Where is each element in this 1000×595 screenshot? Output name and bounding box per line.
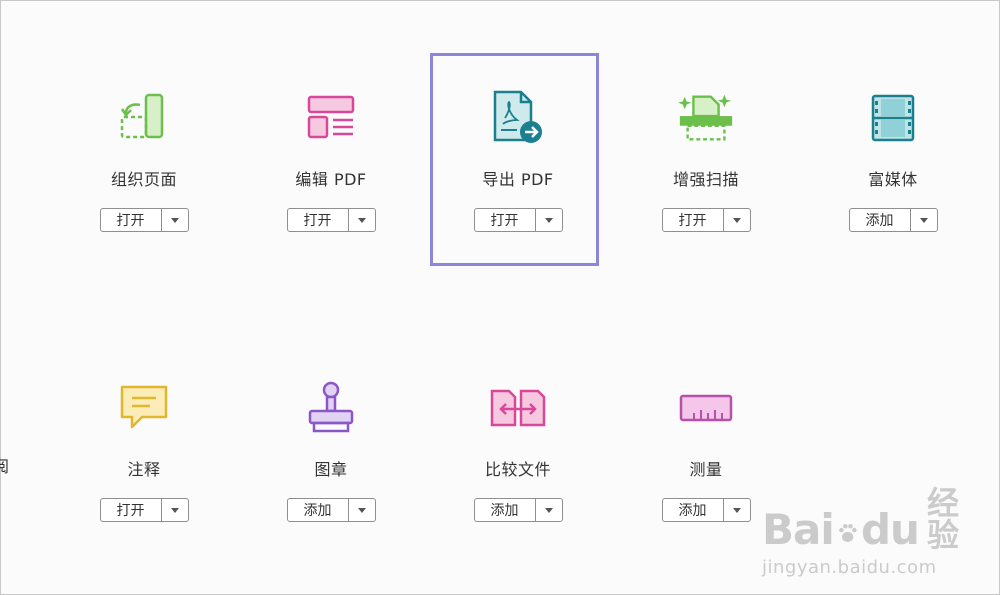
tool-label: 组织页面 bbox=[110, 170, 177, 189]
chevron-down-icon[interactable] bbox=[349, 209, 375, 231]
compare-files-icon bbox=[488, 378, 548, 438]
paw-icon bbox=[838, 523, 857, 543]
add-button[interactable]: 添加 bbox=[850, 209, 911, 231]
tool-rich-media[interactable]: 富媒体 添加 bbox=[799, 88, 987, 298]
open-split-button[interactable]: 打开 bbox=[99, 498, 189, 522]
stamp-icon bbox=[301, 378, 361, 438]
comment-icon bbox=[114, 378, 174, 438]
chevron-down-icon[interactable] bbox=[162, 499, 188, 521]
tool-label: 增强扫描 bbox=[672, 170, 739, 189]
tool-organize-pages[interactable]: 组织页面 打开 bbox=[50, 88, 238, 298]
add-button[interactable]: 添加 bbox=[288, 499, 349, 521]
open-button[interactable]: 打开 bbox=[288, 209, 349, 231]
chevron-down-icon[interactable] bbox=[536, 499, 562, 521]
baidu-jingyan-watermark: Bai du 经验 jingyan.baidu.com bbox=[762, 484, 962, 578]
add-button[interactable]: 添加 bbox=[663, 499, 724, 521]
tool-enhance-scan[interactable]: 增强扫描 打开 bbox=[612, 88, 800, 298]
open-button[interactable]: 打开 bbox=[663, 209, 724, 231]
enhance-scan-icon bbox=[676, 88, 736, 148]
add-split-button[interactable]: 添加 bbox=[473, 498, 563, 522]
open-split-button[interactable]: 打开 bbox=[661, 208, 751, 232]
edit-pdf-icon bbox=[301, 88, 361, 148]
tool-stamp[interactable]: 图章 添加 bbox=[237, 378, 425, 588]
open-split-button[interactable]: 打开 bbox=[99, 208, 189, 232]
tool-label: 比较文件 bbox=[484, 460, 551, 479]
organize-pages-icon bbox=[114, 88, 174, 148]
tool-compare-files[interactable]: 比较文件 添加 bbox=[424, 378, 612, 588]
chevron-down-icon[interactable] bbox=[911, 209, 937, 231]
ruler-icon bbox=[676, 378, 736, 438]
tool-comment[interactable]: 注释 打开 bbox=[50, 378, 238, 588]
chevron-down-icon[interactable] bbox=[724, 499, 750, 521]
chevron-down-icon[interactable] bbox=[349, 499, 375, 521]
add-button[interactable]: 添加 bbox=[475, 499, 536, 521]
rich-media-icon bbox=[863, 88, 923, 148]
selected-tool-highlight bbox=[430, 53, 599, 266]
watermark-logo: Bai du 经验 bbox=[762, 484, 959, 554]
chevron-down-icon[interactable] bbox=[724, 209, 750, 231]
open-split-button[interactable]: 打开 bbox=[286, 208, 376, 232]
open-button[interactable]: 打开 bbox=[101, 499, 162, 521]
tool-label: 图章 bbox=[314, 460, 348, 479]
open-button[interactable]: 打开 bbox=[101, 209, 162, 231]
watermark-url: jingyan.baidu.com bbox=[762, 557, 937, 578]
tool-label: 注释 bbox=[127, 460, 161, 479]
tool-label: 编辑 PDF bbox=[295, 170, 367, 189]
chevron-down-icon[interactable] bbox=[162, 209, 188, 231]
tool-label: 测量 bbox=[689, 460, 723, 479]
add-split-button[interactable]: 添加 bbox=[661, 498, 751, 522]
clipped-label: 阅 bbox=[0, 457, 10, 476]
tool-label: 富媒体 bbox=[868, 170, 918, 189]
tool-edit-pdf[interactable]: 编辑 PDF 打开 bbox=[237, 88, 425, 298]
add-split-button[interactable]: 添加 bbox=[848, 208, 938, 232]
add-split-button[interactable]: 添加 bbox=[286, 498, 376, 522]
